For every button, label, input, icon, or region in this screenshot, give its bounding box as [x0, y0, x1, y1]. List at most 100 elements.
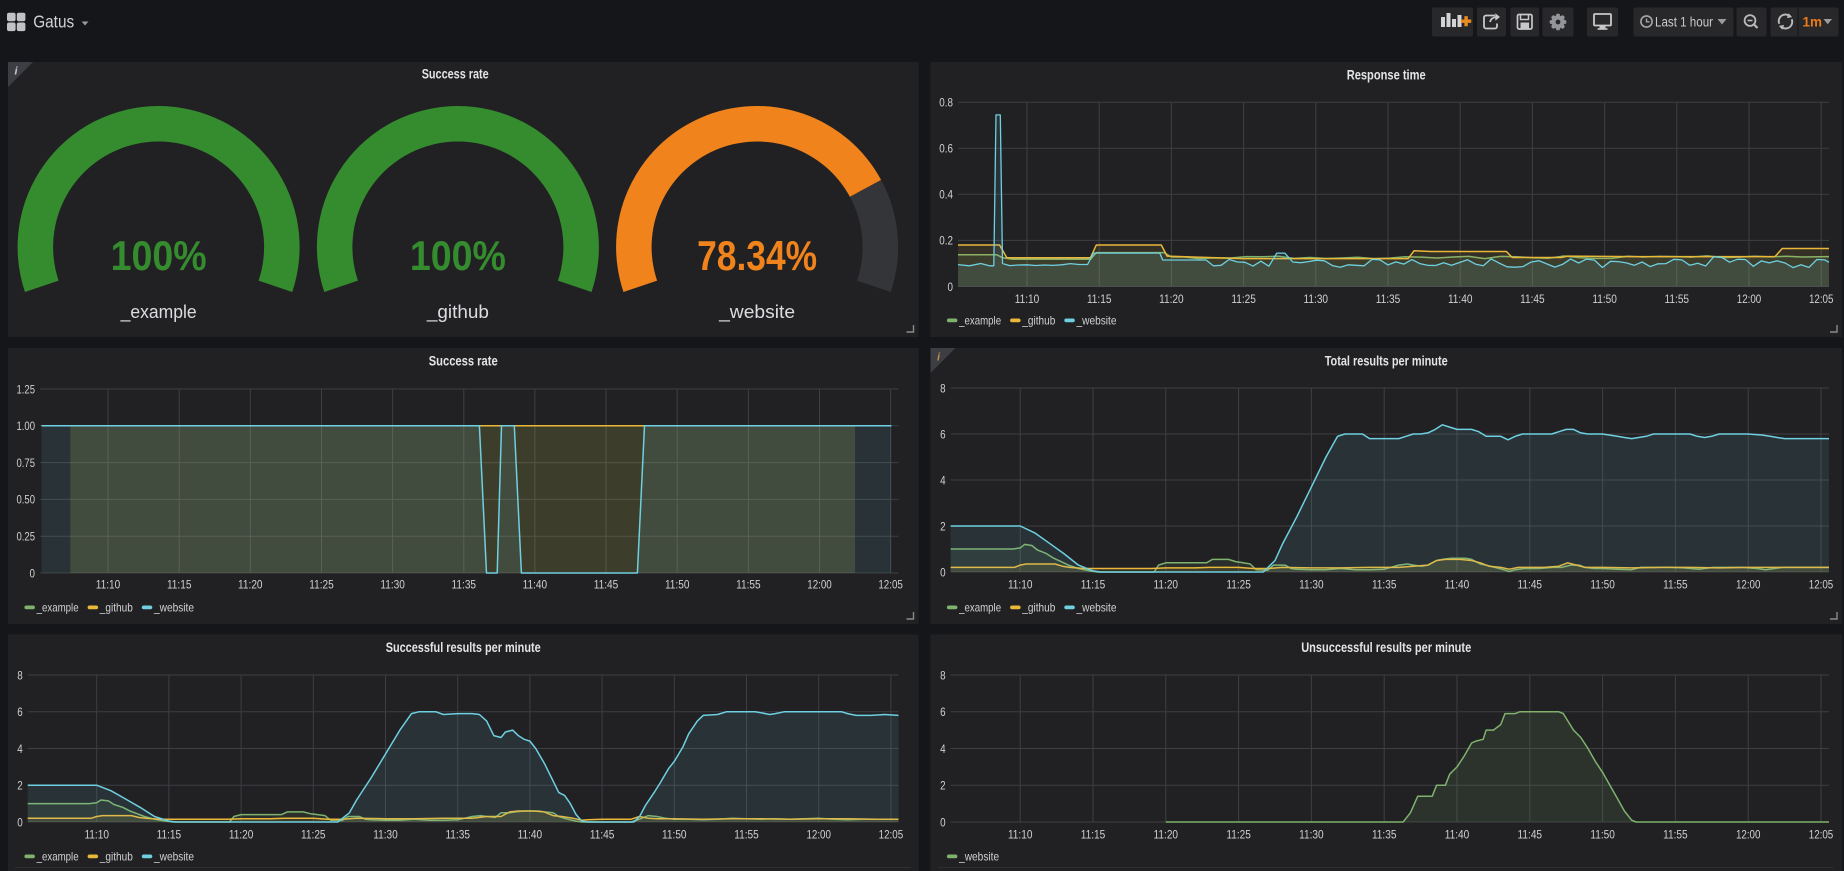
svg-text:11:20: 11:20: [1154, 578, 1179, 592]
svg-text:11:35: 11:35: [1372, 578, 1397, 592]
svg-text:11:40: 11:40: [518, 828, 543, 842]
svg-text:11:50: 11:50: [1590, 828, 1615, 842]
svg-text:11:10: 11:10: [1008, 828, 1033, 842]
svg-text:11:20: 11:20: [238, 578, 263, 592]
svg-text:_github: _github: [99, 601, 133, 615]
svg-text:_website: _website: [153, 601, 194, 615]
svg-text:0.25: 0.25: [17, 530, 36, 544]
svg-text:11:15: 11:15: [1087, 292, 1112, 306]
svg-text:1.00: 1.00: [17, 419, 36, 433]
svg-text:100%: 100%: [111, 232, 207, 279]
svg-text:12:05: 12:05: [1809, 292, 1834, 306]
svg-text:12:00: 12:00: [1737, 292, 1762, 306]
svg-text:11:30: 11:30: [1304, 292, 1329, 306]
svg-text:Successful results per minute: Successful results per minute: [386, 639, 541, 655]
svg-text:2: 2: [17, 779, 23, 793]
svg-text:11:20: 11:20: [229, 828, 254, 842]
svg-text:11:45: 11:45: [1520, 292, 1545, 306]
svg-text:Success rate: Success rate: [429, 353, 498, 369]
svg-text:2: 2: [940, 519, 946, 533]
svg-text:0.2: 0.2: [939, 234, 953, 248]
svg-text:11:20: 11:20: [1159, 292, 1184, 306]
svg-text:0: 0: [17, 815, 23, 829]
svg-text:0: 0: [30, 566, 36, 580]
svg-text:0: 0: [948, 280, 954, 294]
svg-text:_example: _example: [958, 314, 1001, 328]
svg-text:11:25: 11:25: [1231, 292, 1256, 306]
svg-text:11:35: 11:35: [1376, 292, 1401, 306]
svg-text:11:25: 11:25: [1226, 828, 1251, 842]
svg-text:_example: _example: [36, 850, 79, 864]
svg-text:11:10: 11:10: [1008, 578, 1033, 592]
svg-text:0.4: 0.4: [939, 188, 953, 202]
svg-text:11:35: 11:35: [1372, 828, 1397, 842]
svg-text:11:45: 11:45: [1518, 578, 1543, 592]
svg-text:11:10: 11:10: [96, 578, 121, 592]
svg-text:4: 4: [17, 742, 23, 756]
svg-text:11:40: 11:40: [1445, 578, 1470, 592]
svg-text:11:15: 11:15: [157, 828, 182, 842]
svg-text:_github: _github: [426, 301, 489, 323]
svg-text:11:40: 11:40: [523, 578, 548, 592]
svg-text:11:15: 11:15: [167, 578, 192, 592]
svg-text:Last 1 hour: Last 1 hour: [1655, 15, 1713, 30]
svg-text:0: 0: [940, 815, 946, 829]
svg-text:11:30: 11:30: [1299, 828, 1324, 842]
svg-text:12:05: 12:05: [1809, 828, 1834, 842]
svg-text:11:35: 11:35: [452, 578, 477, 592]
svg-text:Response time: Response time: [1347, 67, 1426, 83]
svg-text:1m: 1m: [1803, 15, 1823, 30]
svg-text:4: 4: [940, 473, 946, 487]
svg-text:100%: 100%: [410, 232, 506, 279]
svg-text:11:55: 11:55: [1663, 578, 1688, 592]
svg-text:11:50: 11:50: [1590, 578, 1615, 592]
svg-text:0.75: 0.75: [17, 456, 36, 470]
svg-text:6: 6: [940, 427, 946, 441]
svg-text:0.6: 0.6: [939, 142, 953, 156]
svg-text:8: 8: [17, 668, 23, 682]
svg-text:11:35: 11:35: [445, 828, 470, 842]
svg-text:11:40: 11:40: [1445, 828, 1470, 842]
svg-text:Gatus: Gatus: [33, 12, 74, 32]
svg-text:11:45: 11:45: [590, 828, 615, 842]
svg-text:_website: _website: [1076, 314, 1117, 328]
svg-text:8: 8: [940, 668, 946, 682]
svg-text:8: 8: [940, 381, 946, 395]
svg-text:12:00: 12:00: [1736, 578, 1761, 592]
svg-text:Success rate: Success rate: [422, 66, 489, 82]
svg-text:11:50: 11:50: [665, 578, 690, 592]
svg-text:11:30: 11:30: [380, 578, 405, 592]
svg-text:11:25: 11:25: [1226, 578, 1251, 592]
svg-text:_example: _example: [36, 601, 79, 615]
svg-text:Unsuccessful results per minut: Unsuccessful results per minute: [1301, 639, 1471, 655]
svg-text:11:10: 11:10: [84, 828, 109, 842]
svg-text:11:15: 11:15: [1081, 828, 1106, 842]
svg-text:11:50: 11:50: [1592, 292, 1617, 306]
svg-text:_website: _website: [153, 850, 194, 864]
svg-text:11:20: 11:20: [1154, 828, 1179, 842]
svg-text:_github: _github: [99, 850, 133, 864]
svg-text:12:00: 12:00: [806, 828, 831, 842]
svg-text:78.34%: 78.34%: [697, 232, 817, 279]
svg-text:12:05: 12:05: [879, 828, 904, 842]
svg-text:12:05: 12:05: [878, 578, 903, 592]
svg-text:11:45: 11:45: [1518, 828, 1543, 842]
svg-text:11:55: 11:55: [734, 828, 759, 842]
svg-text:_website: _website: [958, 850, 999, 864]
svg-text:11:30: 11:30: [1299, 578, 1324, 592]
svg-text:4: 4: [940, 742, 946, 756]
svg-text:0.8: 0.8: [939, 96, 953, 110]
svg-text:11:30: 11:30: [373, 828, 398, 842]
svg-text:12:05: 12:05: [1809, 578, 1834, 592]
svg-text:11:15: 11:15: [1081, 578, 1106, 592]
svg-text:11:55: 11:55: [1665, 292, 1690, 306]
svg-text:11:25: 11:25: [301, 828, 326, 842]
svg-text:_example: _example: [958, 601, 1001, 615]
svg-text:6: 6: [17, 705, 23, 719]
svg-text:0: 0: [940, 565, 946, 579]
svg-text:12:00: 12:00: [1736, 828, 1761, 842]
svg-text:11:10: 11:10: [1015, 292, 1040, 306]
svg-text:11:55: 11:55: [736, 578, 761, 592]
svg-text:6: 6: [940, 705, 946, 719]
svg-text:11:50: 11:50: [662, 828, 687, 842]
